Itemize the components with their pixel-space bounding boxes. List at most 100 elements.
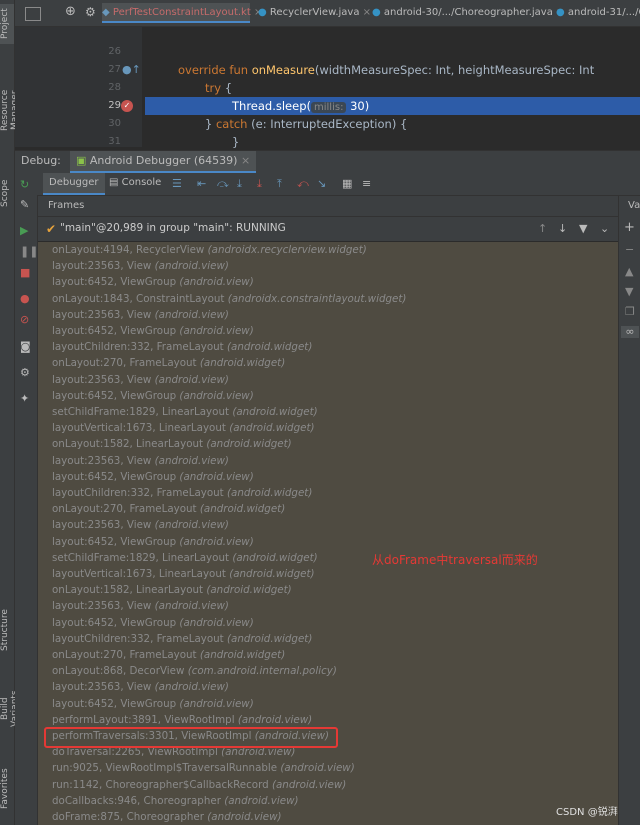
target-icon[interactable]: ⊕ <box>65 5 76 18</box>
rerun-icon[interactable]: ↻ <box>20 179 29 191</box>
menu-icon[interactable]: ☰ <box>172 178 182 190</box>
tab-choreographer-30[interactable]: ● android-30/.../Choreographer.java × <box>372 3 564 23</box>
frame-row[interactable]: layout:23563, View (android.view) <box>52 679 229 695</box>
chevron-down-icon[interactable]: ⌄ <box>600 223 609 235</box>
console-icon: ▤ <box>109 177 119 188</box>
frame-row[interactable]: setChildFrame:1829, LinearLayout (androi… <box>52 404 318 420</box>
frame-row[interactable]: layoutVertical:1673, LinearLayout (andro… <box>52 420 315 436</box>
tab-label: android-31/.../Cho <box>567 7 640 18</box>
code-text: } <box>232 135 240 149</box>
frame-row[interactable]: layout:6452, ViewGroup (android.view) <box>52 274 254 290</box>
resource-manager-tool-tab[interactable]: Resource Manager <box>0 70 20 150</box>
tab-debugger[interactable]: Debugger <box>43 173 105 195</box>
frame-row[interactable]: layoutChildren:332, FrameLayout (android… <box>52 631 312 647</box>
trace-icon[interactable]: ≡ <box>362 178 371 190</box>
frame-method: layoutChildren:332, FrameLayout <box>52 341 224 354</box>
mute-breakpoints-icon[interactable]: ⊘ <box>20 314 29 326</box>
frame-row[interactable]: doFrame:875, Choreographer (android.view… <box>52 809 282 825</box>
close-icon[interactable]: × <box>363 7 371 18</box>
tab-console[interactable]: ▤ Console <box>109 173 161 193</box>
frame-row[interactable]: onLayout:4194, RecyclerView (androidx.re… <box>52 242 367 258</box>
frame-row[interactable]: onLayout:270, FrameLayout (android.widge… <box>52 355 285 371</box>
frame-package: (android.widget) <box>232 406 318 418</box>
breakpoint-icon[interactable]: ✓ <box>121 100 133 112</box>
frame-row[interactable]: layoutChildren:332, FrameLayout (android… <box>52 485 312 501</box>
frame-row[interactable]: run:1142, Choreographer$CallbackRecord (… <box>52 777 346 793</box>
frame-row[interactable]: layout:6452, ViewGroup (android.view) <box>52 696 254 712</box>
run-to-cursor-icon[interactable]: ↘ <box>317 178 326 190</box>
glasses-icon[interactable]: ∞ <box>621 326 639 338</box>
frame-row[interactable]: layout:23563, View (android.view) <box>52 453 229 469</box>
show-execution-point-icon[interactable]: ⇤ <box>197 178 206 190</box>
thread-selector[interactable]: ✔ "main"@20,989 in group "main": RUNNING… <box>38 217 618 242</box>
frame-row[interactable]: onLayout:1843, ConstraintLayout (android… <box>52 291 406 307</box>
frame-package: (android.view) <box>154 600 229 613</box>
pause-icon[interactable]: ❚❚ <box>20 246 38 258</box>
arrow-up-icon[interactable]: ↑ <box>538 223 547 235</box>
scope-tool-tab[interactable]: Scope <box>0 178 14 208</box>
frame-row[interactable]: layout:23563, View (android.view) <box>52 372 229 388</box>
debug-session-tab[interactable]: ▣ Android Debugger (64539) × <box>70 151 257 173</box>
step-out-icon[interactable]: ⤒ <box>277 178 282 190</box>
layout-icon[interactable] <box>25 7 41 21</box>
arrow-up-icon[interactable]: ▲ <box>625 266 633 278</box>
step-over-icon[interactable]: ⤼ <box>217 178 229 190</box>
frame-row[interactable]: onLayout:270, FrameLayout (android.widge… <box>52 647 285 663</box>
add-icon[interactable]: + <box>624 221 635 234</box>
filter-icon[interactable]: ▼ <box>579 223 587 235</box>
settings-icon[interactable]: ⚙ <box>85 6 96 18</box>
arrow-down-icon[interactable]: ↓ <box>558 223 567 235</box>
override-gutter-icon[interactable]: ●↑ <box>122 64 141 76</box>
build-variants-tool-tab[interactable]: Build Variants <box>0 678 20 740</box>
frame-row[interactable]: layout:23563, View (android.view) <box>52 258 229 274</box>
close-icon[interactable]: × <box>241 154 250 167</box>
view-breakpoints-icon[interactable]: ● <box>20 293 30 305</box>
frame-row[interactable]: layoutChildren:332, FrameLayout (android… <box>52 339 312 355</box>
tab-perftestconstraintlayout[interactable]: ◆ PerfTestConstraintLayout.kt × <box>102 3 262 23</box>
drop-frame-icon[interactable]: ⤺ <box>297 178 309 190</box>
frame-row[interactable]: performLayout:3891, ViewRootImpl (androi… <box>52 712 312 728</box>
tab-choreographer-31[interactable]: ● android-31/.../Cho <box>556 3 640 23</box>
pin-icon[interactable]: ✦ <box>20 393 29 405</box>
frame-row[interactable]: doCallbacks:946, Choreographer (android.… <box>52 793 299 809</box>
frame-row[interactable]: onLayout:1582, LinearLayout (android.wid… <box>52 582 292 598</box>
tab-recyclerview[interactable]: ● RecyclerView.java × <box>258 3 371 23</box>
variables-panel: Va + − ▲ ▼ ❐ ∞ <box>618 196 640 825</box>
camera-icon[interactable]: ◙ <box>20 341 31 353</box>
frame-row[interactable]: layout:6452, ViewGroup (android.view) <box>52 534 254 550</box>
frame-method: doCallbacks:946, Choreographer <box>52 794 221 807</box>
project-tool-tab[interactable]: Project <box>0 4 14 44</box>
code-editor[interactable]: 26 27 ●↑ override fun onMeasure(widthMea… <box>15 27 640 149</box>
frame-row[interactable]: onLayout:270, FrameLayout (android.widge… <box>52 501 285 517</box>
frame-row[interactable]: setChildFrame:1829, LinearLayout (androi… <box>52 550 318 566</box>
frame-row[interactable]: layout:23563, View (android.view) <box>52 517 229 533</box>
frame-row[interactable]: layoutVertical:1673, LinearLayout (andro… <box>52 566 315 582</box>
frame-row[interactable]: layout:6452, ViewGroup (android.view) <box>52 469 254 485</box>
copy-icon[interactable]: ❐ <box>625 306 635 318</box>
settings-icon[interactable]: ⚙ <box>20 367 30 379</box>
wrench-icon[interactable]: ✎ <box>20 199 29 211</box>
frame-row[interactable]: onLayout:868, DecorView (com.android.int… <box>52 663 337 679</box>
code-function-name: onMeasure <box>251 63 315 77</box>
code-line-27: 27 ●↑ override fun onMeasure(widthMeasur… <box>15 61 640 79</box>
stop-icon[interactable]: ■ <box>20 267 30 279</box>
evaluate-expression-icon[interactable]: ▦ <box>342 178 352 190</box>
frame-row[interactable]: layout:23563, View (android.view) <box>52 307 229 323</box>
frame-method: layout:6452, ViewGroup <box>52 470 177 483</box>
frame-row[interactable]: onLayout:1582, LinearLayout (android.wid… <box>52 436 292 452</box>
resume-icon[interactable]: ▶ <box>20 225 28 237</box>
frame-row[interactable]: run:9025, ViewRootImpl$TraversalRunnable… <box>52 760 355 776</box>
arrow-down-icon[interactable]: ▼ <box>625 286 633 298</box>
force-step-into-icon[interactable]: ⤓ <box>257 178 262 190</box>
favorites-tool-tab[interactable]: Favorites <box>0 766 14 812</box>
frame-method: layout:6452, ViewGroup <box>52 616 177 629</box>
frame-row[interactable]: layout:6452, ViewGroup (android.view) <box>52 388 254 404</box>
code-keyword: catch <box>215 117 248 131</box>
frame-row[interactable]: layout:23563, View (android.view) <box>52 598 229 614</box>
remove-icon[interactable]: − <box>625 244 634 256</box>
structure-tool-tab[interactable]: Structure <box>0 608 14 652</box>
step-into-icon[interactable]: ⤓ <box>237 178 242 190</box>
frame-row[interactable]: layout:6452, ViewGroup (android.view) <box>52 323 254 339</box>
frame-method: onLayout:270, FrameLayout <box>52 649 197 661</box>
frame-row[interactable]: layout:6452, ViewGroup (android.view) <box>52 615 254 631</box>
